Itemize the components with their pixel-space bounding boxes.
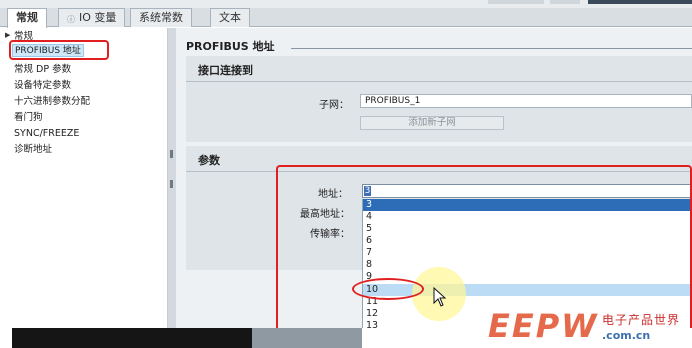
- annotation-box-nav: [9, 40, 109, 60]
- expand-triangle-icon[interactable]: ▶: [5, 31, 10, 39]
- section-heading: 接口连接到: [198, 64, 253, 77]
- subnet-label: 子网：: [319, 100, 349, 111]
- page-title: PROFIBUS 地址: [186, 40, 275, 53]
- tab-texts[interactable]: 文本: [210, 8, 250, 27]
- title-strip-segment: [550, 0, 580, 4]
- pane-splitter[interactable]: [168, 28, 176, 328]
- tab-system-constants[interactable]: 系统常数: [130, 8, 192, 27]
- info-icon: ⓘ: [67, 15, 75, 24]
- title-divider: [291, 48, 692, 49]
- property-navigation-tree: ▶ 常规 PROFIBUS 地址 常规 DP 参数 设备特定参数 十六进制参数分…: [0, 28, 168, 328]
- tab-io-tags[interactable]: ⓘ IO 变量: [58, 8, 126, 27]
- title-strip: [0, 0, 692, 8]
- nav-item-sync-freeze[interactable]: SYNC/FREEZE: [14, 127, 79, 140]
- title-strip-segment: [488, 0, 544, 4]
- watermark-chinese: 电子产品世界: [602, 313, 681, 327]
- nav-item-general-dp-params[interactable]: 常规 DP 参数: [14, 63, 71, 76]
- status-strip-dark: [12, 328, 252, 348]
- nav-item-device-specific-params[interactable]: 设备特定参数: [14, 79, 71, 92]
- section-heading: 参数: [198, 154, 220, 167]
- nav-item-hex-param-assignment[interactable]: 十六进制参数分配: [14, 95, 90, 108]
- section-divider: [186, 81, 692, 82]
- annotation-oval-option: [352, 278, 424, 300]
- title-strip-segment: [588, 0, 692, 4]
- add-new-subnet-button[interactable]: 添加新子网: [360, 116, 504, 130]
- nav-item-diagnostic-address[interactable]: 诊断地址: [14, 143, 52, 156]
- watermark: EEPW 电子产品世界 .com.cn: [488, 307, 692, 348]
- subnet-select[interactable]: PROFIBUS_1: [360, 94, 692, 108]
- tab-general[interactable]: 常规: [7, 8, 47, 28]
- splitter-grip[interactable]: [170, 150, 173, 158]
- nav-item-watchdog[interactable]: 看门狗: [14, 111, 43, 124]
- watermark-logo: EEPW: [488, 307, 599, 345]
- properties-tab-bar: 常规 ⓘ IO 变量 系统常数 文本: [0, 8, 692, 28]
- watermark-url: .com.cn: [602, 329, 651, 342]
- splitter-grip[interactable]: [170, 180, 173, 188]
- status-strip-gray: [252, 328, 362, 348]
